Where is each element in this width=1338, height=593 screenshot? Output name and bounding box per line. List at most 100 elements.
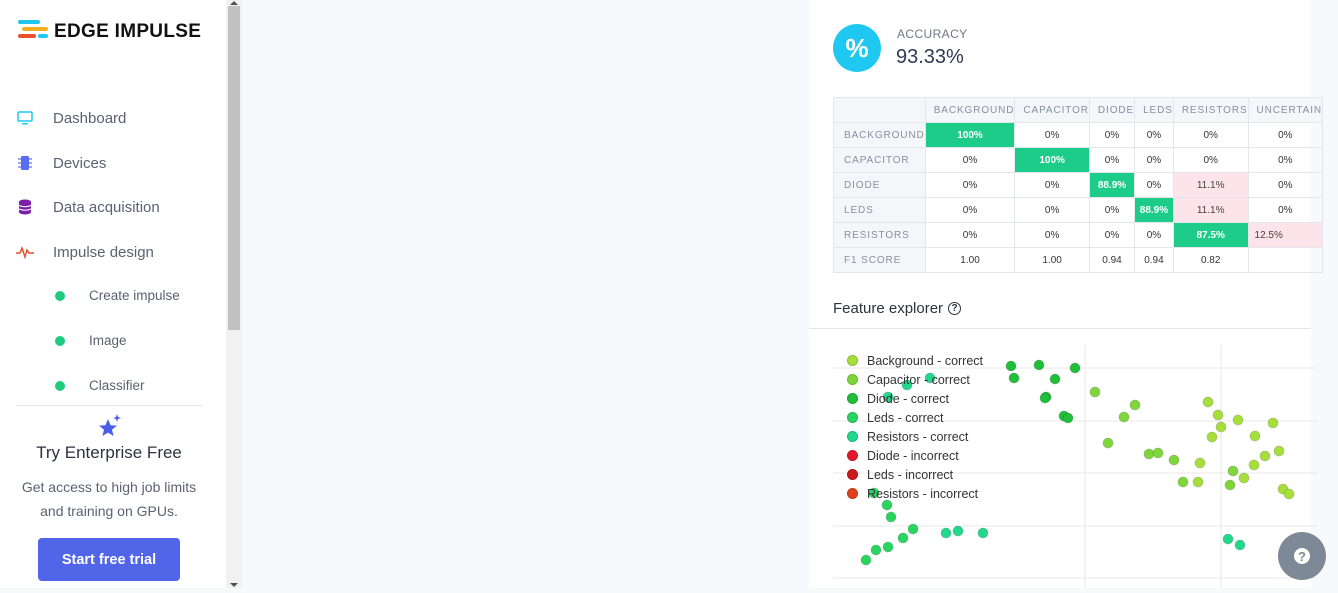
data-point[interactable]	[1152, 447, 1164, 459]
f1-score-row: F1 SCORE 1.00 1.00 0.94 0.94 0.82	[833, 247, 1324, 273]
data-point[interactable]	[1194, 457, 1206, 469]
data-point[interactable]	[1234, 539, 1246, 551]
row-header: LEDS	[833, 197, 926, 223]
help-button[interactable]: ?	[1278, 532, 1326, 580]
legend-label: Leds - correct	[867, 410, 944, 425]
data-point[interactable]	[1224, 479, 1236, 491]
data-point[interactable]	[977, 527, 989, 539]
legend-item[interactable]: Capacitor - correct	[847, 370, 983, 389]
data-point[interactable]	[1232, 414, 1244, 426]
legend-item[interactable]: Leds - correct	[847, 408, 983, 427]
data-point[interactable]	[1129, 399, 1141, 411]
nav-item-data-acquisition[interactable]: Data acquisition	[16, 195, 160, 219]
legend-item[interactable]: Resistors - correct	[847, 427, 983, 446]
sub-item-label: Create impulse	[89, 288, 180, 303]
matrix-cell: 87.5%	[1172, 222, 1249, 248]
row-header: CAPACITOR	[833, 147, 926, 173]
data-point[interactable]	[1102, 437, 1114, 449]
data-point[interactable]	[1273, 445, 1285, 457]
data-point[interactable]	[1249, 430, 1261, 442]
table-row: BACKGROUND 100% 0% 0% 0% 0% 0%	[833, 122, 1324, 148]
data-point[interactable]	[1192, 476, 1204, 488]
matrix-cell: 0%	[1134, 147, 1174, 173]
feature-explorer-plot[interactable]: Background - correct Capacitor - correct D…	[833, 345, 1317, 588]
data-point[interactable]	[860, 554, 872, 566]
legend-label: Background - correct	[867, 353, 984, 368]
legend-item[interactable]: Diode - correct	[847, 389, 983, 408]
scrollbar-thumb[interactable]	[228, 6, 240, 330]
sub-item-create-impulse[interactable]: Create impulse	[55, 288, 180, 303]
legend-item[interactable]: Diode - incorrect	[847, 446, 983, 465]
data-point[interactable]	[1118, 411, 1130, 423]
data-point[interactable]	[1267, 417, 1279, 429]
data-point[interactable]	[885, 511, 897, 523]
brand-logo[interactable]: EDGE IMPULSE	[18, 20, 201, 44]
data-point[interactable]	[1049, 373, 1061, 385]
data-point[interactable]	[1168, 454, 1180, 466]
brand-name: EDGE IMPULSE	[54, 21, 202, 42]
column-header: DIODE	[1088, 97, 1136, 123]
data-point[interactable]	[1215, 421, 1227, 433]
data-point[interactable]	[870, 544, 882, 556]
matrix-cell: 0%	[1014, 197, 1090, 223]
data-point[interactable]	[1227, 465, 1239, 477]
sidebar-divider	[16, 405, 202, 406]
matrix-cell: 11.1%	[1172, 172, 1249, 198]
data-point[interactable]	[1039, 392, 1051, 404]
legend-label: Capacitor - correct	[867, 372, 970, 387]
row-header: F1 SCORE	[833, 247, 926, 273]
f1-cell: 1.00	[1014, 247, 1090, 273]
scroll-down-arrow-icon[interactable]	[230, 583, 238, 587]
data-point[interactable]	[897, 532, 909, 544]
chip-icon	[16, 154, 34, 172]
sidebar-scrollbar[interactable]	[226, 0, 242, 588]
nav-label-impulse-design: Impulse design	[53, 243, 154, 261]
legend-item[interactable]: Leds - incorrect	[847, 465, 983, 484]
data-point[interactable]	[940, 527, 952, 539]
nav-item-devices[interactable]: Devices	[16, 151, 106, 175]
nav-item-dashboard[interactable]: Dashboard	[16, 106, 126, 130]
nav-label-dashboard: Dashboard	[53, 109, 127, 127]
data-point[interactable]	[1089, 386, 1101, 398]
data-point[interactable]	[1177, 476, 1189, 488]
data-point[interactable]	[1259, 450, 1271, 462]
confusion-header-row: BACKGROUND CAPACITOR DIODE LEDS RESISTOR…	[833, 97, 1324, 123]
legend-item[interactable]: Background - correct	[847, 351, 983, 370]
column-header: CAPACITOR	[1014, 97, 1090, 123]
data-point[interactable]	[1033, 359, 1045, 371]
data-point[interactable]	[1248, 459, 1260, 471]
row-header: RESISTORS	[833, 222, 926, 248]
legend-label: Leds - incorrect	[867, 467, 954, 482]
matrix-cell: 0%	[924, 172, 1016, 198]
data-point[interactable]	[1283, 488, 1295, 500]
matrix-cell: 0%	[1247, 122, 1324, 148]
matrix-cell: 0%	[1014, 222, 1090, 248]
scroll-up-arrow-icon[interactable]	[230, 1, 238, 5]
accuracy-value: 93.33%	[896, 46, 964, 68]
column-header: LEDS	[1134, 97, 1174, 123]
sub-item-image[interactable]: Image	[55, 333, 127, 348]
nav-item-impulse-design[interactable]: Impulse design	[16, 240, 154, 264]
matrix-cell: 0%	[1134, 222, 1174, 248]
data-point[interactable]	[1008, 372, 1020, 384]
data-point[interactable]	[1212, 409, 1224, 421]
data-point[interactable]	[952, 525, 964, 537]
data-point[interactable]	[1069, 362, 1081, 374]
data-point[interactable]	[1005, 360, 1017, 372]
question-circle-icon[interactable]: ?	[948, 302, 962, 315]
matrix-cell: 0%	[1014, 172, 1090, 198]
data-point[interactable]	[1143, 448, 1155, 460]
f1-cell	[1247, 247, 1324, 273]
legend-swatch	[847, 450, 858, 461]
start-free-trial-button[interactable]: Start free trial	[38, 538, 180, 581]
legend-item[interactable]: Resistors - incorrect	[847, 484, 983, 503]
data-point[interactable]	[1222, 533, 1234, 545]
data-point[interactable]	[1206, 431, 1218, 443]
sub-item-classifier[interactable]: Classifier	[55, 378, 145, 393]
f1-cell: 0.94	[1134, 247, 1174, 273]
data-point[interactable]	[1238, 472, 1250, 484]
data-point[interactable]	[1202, 396, 1214, 408]
data-point[interactable]	[1062, 412, 1074, 424]
data-point[interactable]	[907, 523, 919, 535]
data-point[interactable]	[882, 541, 894, 553]
